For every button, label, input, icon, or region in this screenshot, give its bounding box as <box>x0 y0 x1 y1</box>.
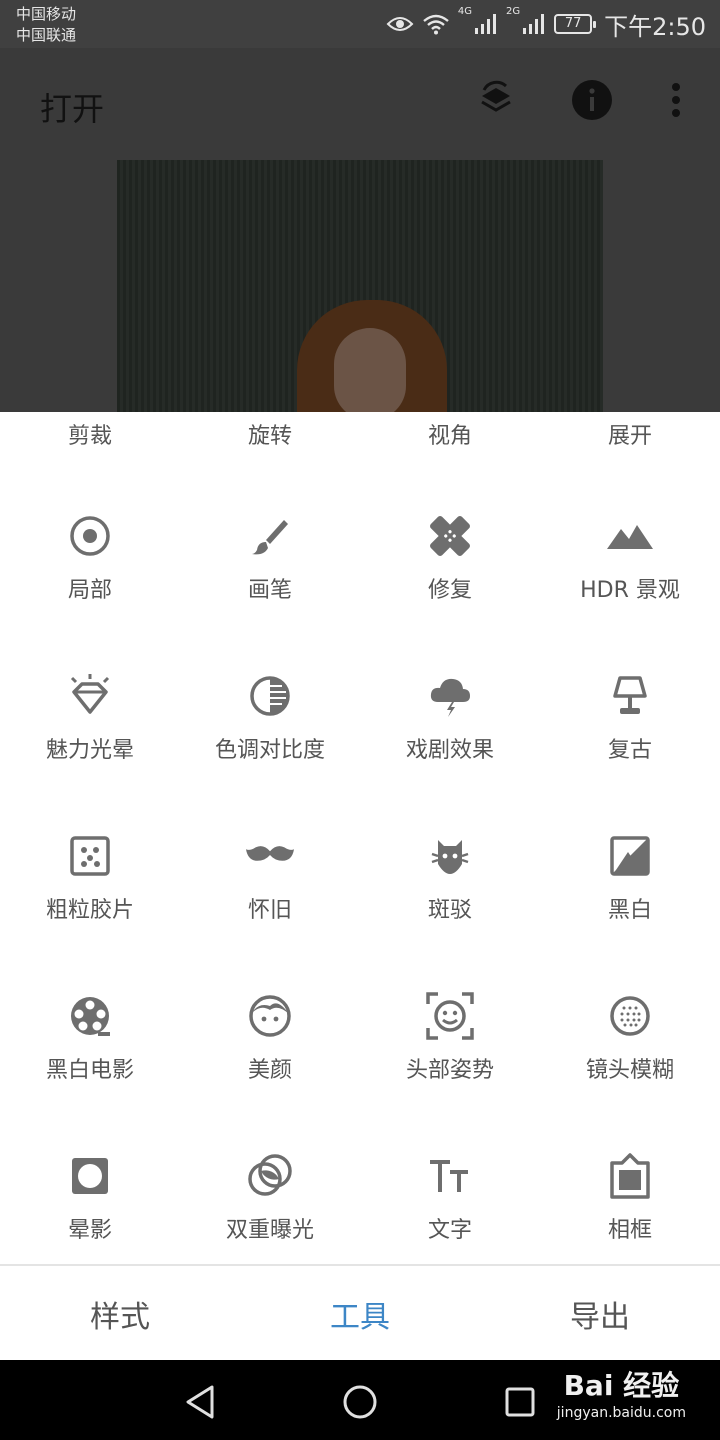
network-type-2: 2G <box>505 6 521 17</box>
tool-glamour-glow[interactable]: 魅力光晕 <box>0 660 180 820</box>
tab-tools[interactable]: 工具 <box>240 1292 480 1336</box>
tool-lens-blur[interactable]: 镜头模糊 <box>540 980 720 1140</box>
brush-icon <box>246 512 294 560</box>
tool-label: 头部姿势 <box>405 1058 494 1083</box>
tool-label: 镜头模糊 <box>585 1058 674 1083</box>
eye-icon <box>386 17 414 31</box>
tool-label: 复古 <box>607 738 652 763</box>
open-button[interactable]: 打开 <box>40 84 104 130</box>
tool-selective[interactable]: 局部 <box>0 500 180 660</box>
layers-icon[interactable] <box>474 78 518 122</box>
tool-expand-label[interactable]: 展开 <box>540 418 720 450</box>
tool-label: 美颜 <box>247 1058 292 1083</box>
tool-label: HDR 景观 <box>580 578 680 603</box>
tool-label: 色调对比度 <box>214 738 325 763</box>
grunge-icon <box>426 832 474 880</box>
tool-healing[interactable]: 修复 <box>360 500 540 660</box>
tool-label: 戏剧效果 <box>405 738 494 763</box>
recents-icon[interactable] <box>498 1380 542 1424</box>
selective-icon <box>66 512 114 560</box>
tool-hdr[interactable]: HDR 景观 <box>540 500 720 660</box>
info-icon[interactable] <box>570 78 614 122</box>
photo-subject-face <box>334 328 406 412</box>
tab-styles[interactable]: 样式 <box>0 1292 240 1336</box>
network-type-1: 4G <box>457 6 472 17</box>
battery-level: 77 <box>564 16 582 31</box>
lens-blur-icon <box>606 992 654 1040</box>
tool-label: 晕影 <box>67 1218 112 1243</box>
tool-label: 斑驳 <box>427 898 472 923</box>
tool-rotate-label[interactable]: 旋转 <box>180 418 360 450</box>
healing-icon <box>426 512 474 560</box>
tool-label: 魅力光晕 <box>45 738 134 763</box>
photo-preview <box>117 160 603 412</box>
frames-icon <box>606 1152 654 1200</box>
tool-label: 局部 <box>67 578 112 603</box>
tool-grunge[interactable]: 斑驳 <box>360 820 540 980</box>
signal-icon-2 <box>523 14 545 34</box>
tool-vignette[interactable]: 晕影 <box>0 1140 180 1264</box>
vignette-icon <box>66 1152 114 1200</box>
tools-panel: 剪裁 旋转 视角 展开 局部 画笔 修复 HDR 景观 魅力光晕 色调对比度 戏… <box>0 412 720 1264</box>
carrier-2: 中国联通 <box>16 26 77 44</box>
tools-top-row: 剪裁 旋转 视角 展开 <box>0 412 720 456</box>
tool-label: 相框 <box>607 1218 652 1243</box>
tool-crop-label[interactable]: 剪裁 <box>0 418 180 450</box>
tool-perspective-label[interactable]: 视角 <box>360 418 540 450</box>
double-exposure-icon <box>246 1152 294 1200</box>
portrait-icon <box>246 992 294 1040</box>
tool-label: 怀旧 <box>247 898 292 923</box>
tool-vintage[interactable]: 复古 <box>540 660 720 820</box>
noir-icon <box>66 992 114 1040</box>
text-icon <box>426 1152 474 1200</box>
hdr-landscape-icon <box>606 512 654 560</box>
glamour-glow-icon <box>66 672 114 720</box>
clock: 下午2:50 <box>604 12 706 41</box>
tool-head-pose[interactable]: 头部姿势 <box>360 980 540 1140</box>
tool-black-white[interactable]: 黑白 <box>540 820 720 980</box>
home-icon[interactable] <box>338 1380 382 1424</box>
watermark-brand: Bai 经验 <box>563 1369 680 1402</box>
system-navigation-bar: Bai 经验 jingyan.baidu.com <box>0 1360 720 1440</box>
tool-label: 画笔 <box>247 578 292 603</box>
bottom-tab-bar: 样式 工具 导出 <box>0 1264 720 1360</box>
watermark-url: jingyan.baidu.com <box>556 1405 686 1421</box>
back-icon[interactable] <box>178 1380 222 1424</box>
tab-export[interactable]: 导出 <box>480 1292 720 1336</box>
tool-label: 修复 <box>427 578 472 603</box>
carrier-info: 中国移动 中国联通 <box>16 4 76 46</box>
more-menu-icon[interactable] <box>654 78 698 122</box>
tool-label: 文字 <box>427 1218 472 1243</box>
tool-retrolux[interactable]: 怀旧 <box>180 820 360 980</box>
signal-icon-1 <box>474 14 496 34</box>
baidu-watermark: Bai 经验 jingyan.baidu.com <box>557 1368 686 1422</box>
status-bar: 中国移动 中国联通 4G 2G 77 下午2:50 <box>0 0 720 48</box>
retrolux-icon <box>246 832 294 880</box>
tool-label: 双重曝光 <box>225 1218 314 1243</box>
wifi-icon <box>423 14 449 35</box>
tool-brush[interactable]: 画笔 <box>180 500 360 660</box>
vintage-icon <box>606 672 654 720</box>
battery-icon: 77 <box>554 14 597 34</box>
tool-noir[interactable]: 黑白电影 <box>0 980 180 1140</box>
tool-text[interactable]: 文字 <box>360 1140 540 1264</box>
tool-label: 黑白电影 <box>45 1058 134 1083</box>
tool-double-exposure[interactable]: 双重曝光 <box>180 1140 360 1264</box>
status-indicators: 4G 2G 77 下午2:50 <box>386 6 706 42</box>
tool-tonal-contrast[interactable]: 色调对比度 <box>180 660 360 820</box>
tool-grainy-film[interactable]: 粗粒胶片 <box>0 820 180 980</box>
tool-portrait[interactable]: 美颜 <box>180 980 360 1140</box>
editor-background: 打开 <box>0 48 720 412</box>
grainy-film-icon <box>66 832 114 880</box>
tool-drama[interactable]: 戏剧效果 <box>360 660 540 820</box>
drama-icon <box>426 672 474 720</box>
tool-label: 黑白 <box>607 898 652 923</box>
head-pose-icon <box>426 992 474 1040</box>
black-white-icon <box>606 832 654 880</box>
tool-frames[interactable]: 相框 <box>540 1140 720 1264</box>
tonal-contrast-icon <box>246 672 294 720</box>
tool-label: 粗粒胶片 <box>45 898 134 923</box>
carrier-1: 中国移动 <box>16 5 77 23</box>
